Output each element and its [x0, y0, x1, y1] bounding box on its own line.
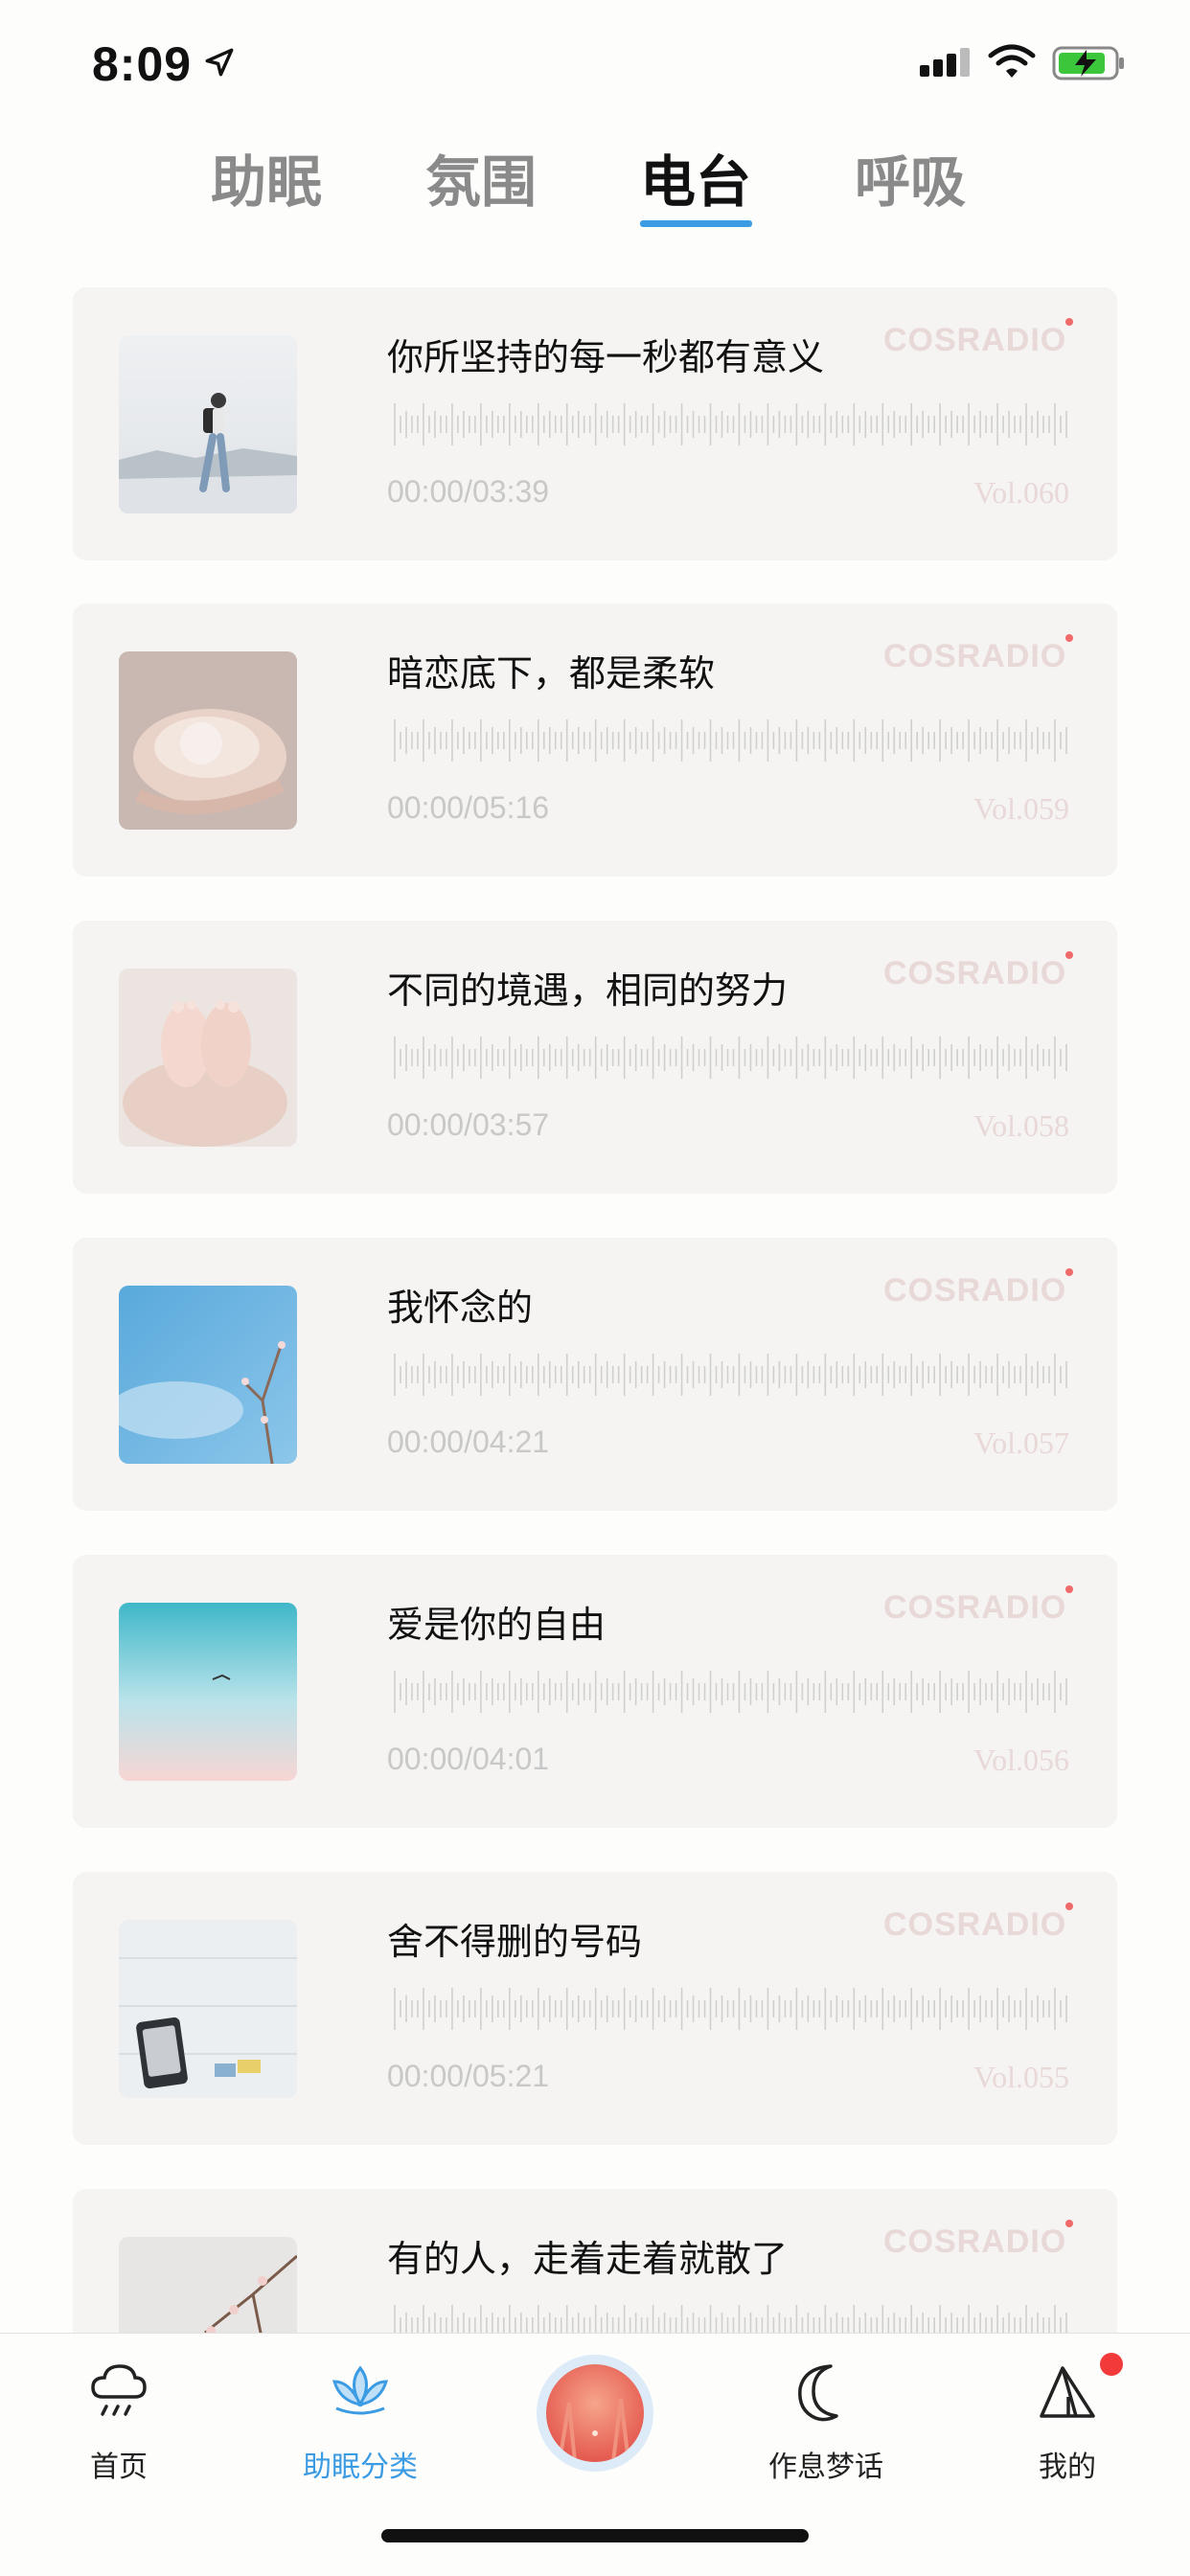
episode-title: 你所坚持的每一秒都有意义: [387, 336, 825, 378]
brand-logo: COSRADIO: [883, 2223, 1067, 2260]
battery-charging-icon: [1052, 46, 1124, 80]
thumb-phone-icon: [119, 1920, 297, 2098]
brand-dot: [1065, 1268, 1073, 1276]
tabbar-label: 首页: [90, 2451, 148, 2484]
brand-logo: COSRADIO: [883, 322, 1067, 358]
thumb-hands-icon: [119, 651, 297, 830]
episode-title: 有的人，走着走着就散了: [387, 2238, 789, 2280]
thumb-gradient-sky-icon: [119, 1603, 297, 1781]
list-item[interactable]: 我怀念的 COSRADIO 00:00/04:21 Vol.057: [73, 1238, 1117, 1511]
tabbar-label: 作息梦话: [768, 2451, 883, 2484]
episode-title: 不同的境遇，相同的努力: [387, 969, 789, 1012]
home-indicator[interactable]: [381, 2529, 809, 2542]
waveform[interactable]: [393, 1349, 1068, 1401]
list-item[interactable]: 爱是你的自由 COSRADIO 00:00/04:01 Vol.056: [73, 1555, 1117, 1828]
episode-title: 爱是你的自由: [387, 1604, 606, 1646]
thumb-sky-icon: [119, 1286, 297, 1464]
tab-sleep-aid[interactable]: 助眠: [190, 144, 343, 220]
brand-dot: [1065, 2220, 1073, 2227]
brand-dot: [1065, 951, 1073, 959]
tab-radio[interactable]: 电台: [619, 144, 772, 220]
tabbar-schedule-dreams[interactable]: 作息梦话: [740, 2334, 912, 2525]
brand-dot: [1065, 634, 1073, 642]
waveform[interactable]: [393, 399, 1068, 450]
episode-volume: Vol.060: [973, 475, 1069, 510]
lotus-icon: [332, 2365, 389, 2415]
brand-logo: COSRADIO: [883, 1906, 1067, 1943]
episode-volume: Vol.057: [973, 1425, 1069, 1460]
list-item[interactable]: 舍不得删的号码 COSRADIO 00:00/05:21 Vol.055: [73, 1872, 1117, 2145]
brand-logo: COSRADIO: [883, 955, 1067, 992]
episode-duration: 00:00/03:57: [387, 1107, 550, 1142]
moon-icon: [798, 2364, 838, 2422]
episode-duration: 00:00/05:21: [387, 2059, 550, 2093]
episode-duration: 00:00/04:21: [387, 1425, 550, 1459]
episode-title: 暗恋底下，都是柔软: [387, 652, 716, 695]
episode-title: 舍不得删的号码: [387, 1921, 643, 1963]
tabbar-home[interactable]: 首页: [33, 2334, 205, 2525]
brand-logo: COSRADIO: [883, 1272, 1067, 1309]
wifi-icon: [988, 44, 1036, 78]
waveform[interactable]: [393, 1983, 1068, 2035]
cellular-signal-icon: [920, 48, 970, 77]
status-bar: 8:09: [0, 0, 1190, 125]
tabbar-label: 我的: [1039, 2451, 1096, 2484]
tent-icon: [1040, 2366, 1095, 2418]
waveform[interactable]: [393, 1032, 1068, 1083]
tabbar-profile[interactable]: 我的: [981, 2334, 1154, 2525]
waveform[interactable]: [393, 715, 1068, 766]
episode-volume: Vol.059: [973, 791, 1069, 826]
brand-dot: [1065, 1585, 1073, 1593]
status-time: 8:09: [92, 37, 193, 91]
tab-breathing[interactable]: 呼吸: [834, 144, 987, 220]
location-arrow-icon: [205, 48, 234, 77]
episode-title: 我怀念的: [387, 1287, 534, 1329]
episode-duration: 00:00/04:01: [387, 1742, 550, 1776]
category-tabs: 助眠 氛围 电台 呼吸: [0, 144, 1190, 239]
cloud-rain-icon: [91, 2364, 147, 2416]
notification-badge: [1100, 2353, 1123, 2376]
center-play-icon: [546, 2364, 644, 2462]
brand-dot: [1065, 318, 1073, 326]
waveform[interactable]: [393, 1666, 1068, 1718]
episode-duration: 00:00/03:39: [387, 474, 550, 509]
tab-ambience[interactable]: 氛围: [404, 144, 558, 220]
tabbar-label: 助眠分类: [303, 2451, 418, 2484]
brand-logo: COSRADIO: [883, 1589, 1067, 1626]
center-play-button[interactable]: [537, 2355, 653, 2472]
list-item[interactable]: 你所坚持的每一秒都有意义 COSRADIO 00:00/03:39 Vol.06…: [73, 287, 1117, 560]
list-item[interactable]: 不同的境遇，相同的努力 COSRADIO 00:00/03:57 Vol.058: [73, 921, 1117, 1194]
episode-volume: Vol.058: [973, 1108, 1069, 1143]
episode-volume: Vol.056: [973, 1743, 1069, 1777]
active-tab-indicator: [640, 220, 752, 227]
brand-dot: [1065, 1903, 1073, 1910]
thumb-walker-icon: [119, 335, 297, 513]
brand-logo: COSRADIO: [883, 638, 1067, 674]
thumb-baby-feet-icon: [119, 969, 297, 1147]
episode-volume: Vol.055: [973, 2060, 1069, 2094]
list-item[interactable]: 暗恋底下，都是柔软 COSRADIO 00:00/05:16 Vol.059: [73, 604, 1117, 877]
episode-duration: 00:00/05:16: [387, 790, 550, 825]
tabbar-sleep-categories[interactable]: 助眠分类: [274, 2334, 446, 2525]
